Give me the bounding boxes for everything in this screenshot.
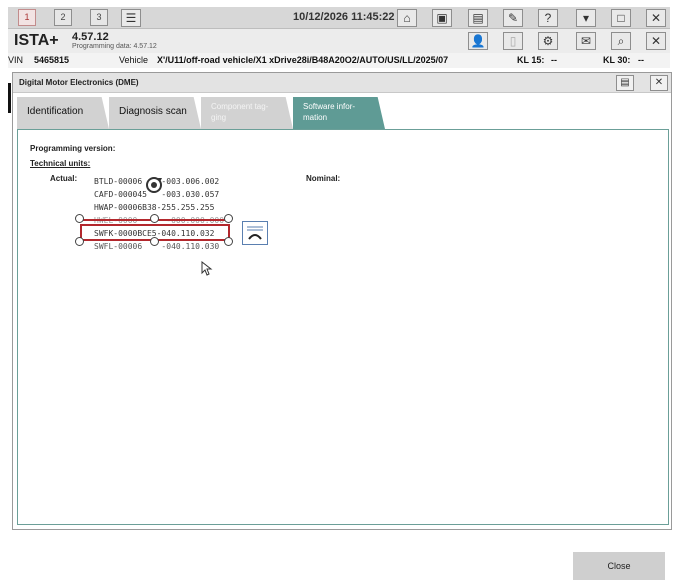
vin-value: 5465815 (34, 55, 70, 65)
print-icon[interactable]: ▤ (616, 75, 634, 91)
wrench-icon[interactable]: ✎ (503, 9, 523, 27)
user-icon[interactable]: 👤 (468, 32, 488, 50)
home-icon[interactable]: ⌂ (397, 9, 417, 27)
programming-data: Programming data: 4.57.12 (72, 43, 157, 50)
resize-handle-bl[interactable] (75, 237, 84, 246)
monitor-icon[interactable]: ▣ (432, 9, 452, 27)
app-logo: ISTA+ (14, 32, 59, 49)
tab-identification[interactable]: Identification (17, 97, 109, 129)
dme-dialog: Digital Motor Electronics (DME) ▤ ✕ Iden… (8, 72, 672, 580)
resize-handle-tm[interactable] (150, 214, 159, 223)
top-toolbar: 1 2 3 ☰ 10/12/2026 11:45:22 ⌂ ▣ ▤ ✎ ? ▾ … (8, 7, 670, 29)
nominal-label: Nominal: (306, 174, 341, 183)
resize-handle-tr[interactable] (224, 214, 233, 223)
format-options-icon[interactable] (242, 221, 268, 245)
rotate-icon[interactable] (144, 175, 164, 195)
session-tab-2[interactable]: 2 (54, 9, 72, 26)
app-version: 4.57.12 (72, 31, 109, 43)
tab-software-information[interactable]: Software infor- mation (293, 97, 385, 129)
actual-label: Actual: (50, 174, 78, 183)
vehicle-value: X'/U11/off-road vehicle/X1 xDrive28i/B48… (157, 55, 449, 65)
close-icon[interactable]: ✕ (646, 9, 666, 27)
kl15-value: -- (551, 55, 557, 65)
minimize-icon[interactable]: ▾ (576, 9, 596, 27)
dialog-close-icon[interactable]: ✕ (650, 75, 668, 91)
vehicle-bar: VIN 5465815 Vehicle X'/U11/off-road vehi… (8, 53, 670, 68)
resize-handle-tl[interactable] (75, 214, 84, 223)
dialog-header: Digital Motor Electronics (DME) ▤ ✕ (13, 73, 671, 93)
printer-icon[interactable]: ▤ (468, 9, 488, 27)
search-vehicle-icon[interactable]: ⌕ (611, 32, 631, 50)
maximize-icon[interactable]: □ (611, 9, 631, 27)
kl30-label: KL 30: (603, 55, 631, 65)
close-button[interactable]: Close (573, 552, 665, 580)
kl30-value: -- (638, 55, 644, 65)
session-tab-3[interactable]: 3 (90, 9, 108, 26)
list-icon[interactable]: ☰ (121, 9, 141, 27)
document-icon: ▯ (503, 32, 523, 50)
gear-icon[interactable]: ⚙ (538, 32, 558, 50)
session-tab-1[interactable]: 1 (18, 9, 36, 26)
app-header: ISTA+ 4.57.12 Programming data: 4.57.12 … (8, 29, 670, 53)
unit-hwap: HWAP-00006B38-255.255.255 (94, 203, 215, 212)
left-edge-marker (8, 83, 11, 113)
datetime: 10/12/2026 11:45:22 (293, 11, 395, 23)
help-icon[interactable]: ? (538, 9, 558, 27)
kl15-label: KL 15: (517, 55, 545, 65)
tab-diagnosis-scan[interactable]: Diagnosis scan (109, 97, 201, 129)
resize-handle-br[interactable] (224, 237, 233, 246)
dialog-title: Digital Motor Electronics (DME) (19, 78, 139, 87)
software-info-panel: Programming version: Technical units: Ac… (17, 129, 669, 580)
mouse-cursor-icon (201, 261, 213, 276)
tab-component-tagging: Component tag- ging (201, 97, 293, 129)
programming-version-label: Programming version: (30, 144, 116, 153)
vin-label: VIN (8, 55, 24, 65)
close-session-icon[interactable]: ✕ (646, 32, 666, 50)
resize-handle-bm[interactable] (150, 237, 159, 246)
technical-units-label: Technical units: (30, 159, 91, 168)
mail-icon[interactable]: ✉ (576, 32, 596, 50)
vehicle-label: Vehicle (119, 55, 149, 65)
